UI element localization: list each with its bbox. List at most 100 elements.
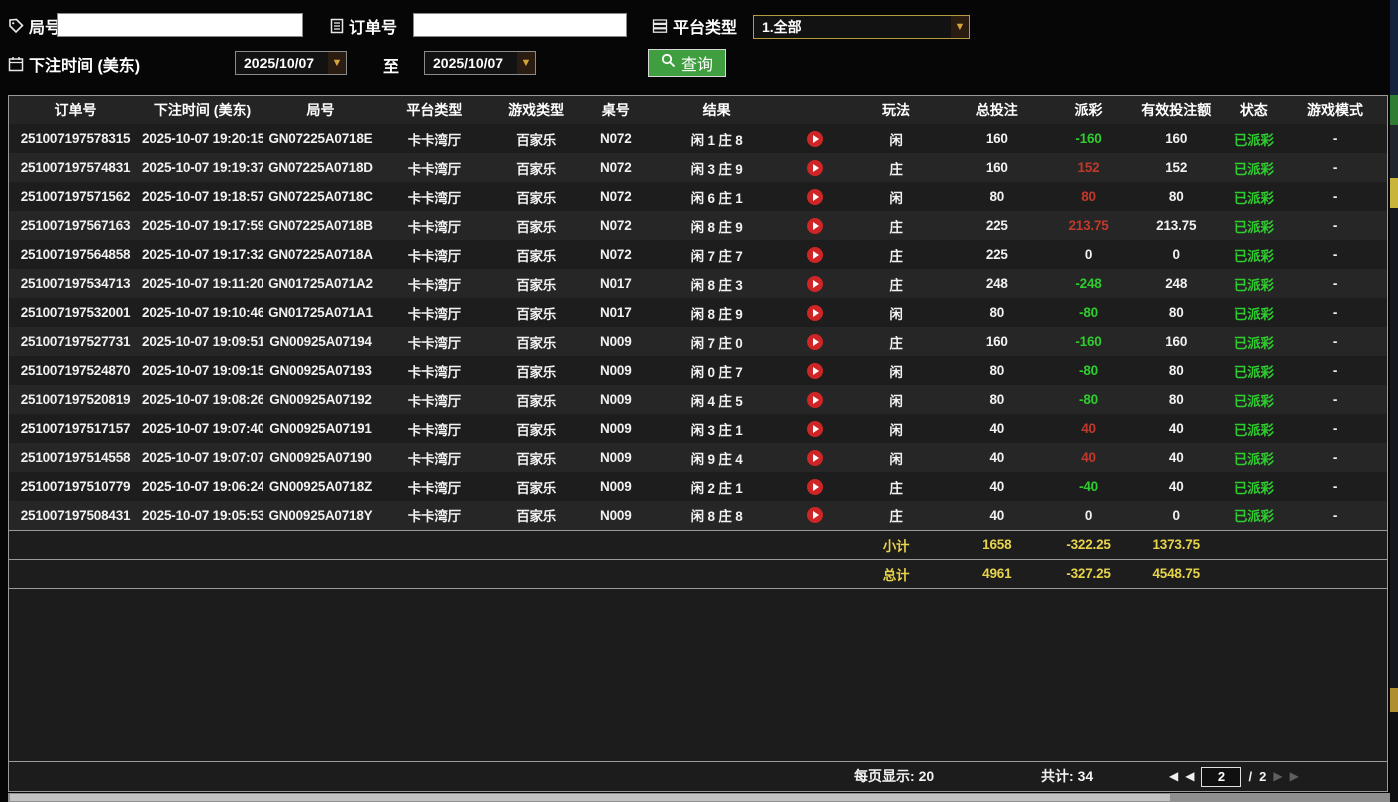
cell-round-no: GN07225A0718A xyxy=(263,240,378,269)
bet-date-from-select[interactable]: 2025/10/07 ▼ xyxy=(235,51,347,75)
cell-bet-time: 2025-10-07 19:06:24 xyxy=(142,472,263,501)
cell-replay xyxy=(783,414,848,443)
cell-replay xyxy=(783,443,848,472)
platform-type-select[interactable]: 1.全部 ▼ xyxy=(753,15,970,39)
cell-platform: 卡卡湾厅 xyxy=(378,124,491,153)
cell-replay xyxy=(783,385,848,414)
play-video-icon[interactable] xyxy=(807,189,823,205)
table-row[interactable]: 2510071975648582025-10-07 19:17:32GN0722… xyxy=(9,240,1387,269)
betting-records-screen: 局号 订单号 平台类型 1.全部 ▼ 下注时间 (美东) 202 xyxy=(0,0,1398,802)
platform-type-value: 1.全部 xyxy=(762,17,802,37)
play-video-icon[interactable] xyxy=(807,334,823,350)
cell-bet-time: 2025-10-07 19:20:15 xyxy=(142,124,263,153)
table-row[interactable]: 2510071975084312025-10-07 19:05:53GN0092… xyxy=(9,501,1387,530)
cell-play-type: 庄 xyxy=(848,327,945,356)
per-page-value: 20 xyxy=(919,768,935,784)
cell-order-no: 251007197564858 xyxy=(9,240,142,269)
cell-replay xyxy=(783,182,848,211)
cell-result: 闲 9 庄 4 xyxy=(650,443,783,472)
play-video-icon[interactable] xyxy=(807,131,823,147)
table-row[interactable]: 2510071975671632025-10-07 19:17:59GN0722… xyxy=(9,211,1387,240)
scrollbar-thumb[interactable] xyxy=(10,794,1170,801)
cell-order-no: 251007197567163 xyxy=(9,211,142,240)
records-panel: 订单号 下注时间 (美东) 局号 平台类型 游戏类型 桌号 结果 玩法 总投注 … xyxy=(8,95,1388,792)
play-video-icon[interactable] xyxy=(807,479,823,495)
cell-table-no: N072 xyxy=(582,124,651,153)
cell-table-no: N017 xyxy=(582,298,651,327)
background-edge xyxy=(1390,0,1398,802)
order-number-input[interactable] xyxy=(413,13,627,37)
cell-status: 已派彩 xyxy=(1225,385,1283,414)
table-row[interactable]: 2510071975783152025-10-07 19:20:15GN0722… xyxy=(9,124,1387,153)
cell-bet-time: 2025-10-07 19:11:20 xyxy=(142,269,263,298)
total-valid-bet: 4548.75 xyxy=(1128,559,1225,588)
cell-payout: -40 xyxy=(1049,472,1128,501)
cell-game-type: 百家乐 xyxy=(491,327,582,356)
cell-result: 闲 3 庄 1 xyxy=(650,414,783,443)
cell-status: 已派彩 xyxy=(1225,211,1283,240)
cell-play-type: 庄 xyxy=(848,269,945,298)
query-button[interactable]: 查询 xyxy=(648,49,726,77)
bet-date-to-select[interactable]: 2025/10/07 ▼ xyxy=(424,51,536,75)
play-video-icon[interactable] xyxy=(807,160,823,176)
play-video-icon[interactable] xyxy=(807,392,823,408)
table-row[interactable]: 2510071975208192025-10-07 19:08:26GN0092… xyxy=(9,385,1387,414)
table-row[interactable]: 2510071975171572025-10-07 19:07:40GN0092… xyxy=(9,414,1387,443)
cell-platform: 卡卡湾厅 xyxy=(378,240,491,269)
horizontal-scrollbar[interactable] xyxy=(8,793,1390,802)
header-game-type: 游戏类型 xyxy=(491,96,582,124)
cell-total-bet: 160 xyxy=(944,327,1049,356)
table-row[interactable]: 2510071975107792025-10-07 19:06:24GN0092… xyxy=(9,472,1387,501)
cell-payout: -80 xyxy=(1049,356,1128,385)
search-icon xyxy=(661,53,676,73)
cell-bet-time: 2025-10-07 19:18:57 xyxy=(142,182,263,211)
play-video-icon[interactable] xyxy=(807,247,823,263)
cell-status: 已派彩 xyxy=(1225,414,1283,443)
first-page-button[interactable]: ◀ xyxy=(1169,762,1178,791)
cell-status: 已派彩 xyxy=(1225,153,1283,182)
play-video-icon[interactable] xyxy=(807,507,823,523)
pagination: ◀ ◀ / 2 ▶ ▶ xyxy=(1169,762,1299,791)
cell-order-no: 251007197514558 xyxy=(9,443,142,472)
page-number-input[interactable] xyxy=(1201,767,1241,787)
table-row[interactable]: 2510071975347132025-10-07 19:11:20GN0172… xyxy=(9,269,1387,298)
cell-platform: 卡卡湾厅 xyxy=(378,501,491,530)
play-video-icon[interactable] xyxy=(807,450,823,466)
cell-valid-bet: 248 xyxy=(1128,269,1225,298)
cell-bet-time: 2025-10-07 19:10:46 xyxy=(142,298,263,327)
round-number-input[interactable] xyxy=(57,13,303,37)
total-label: 总计 xyxy=(848,559,945,588)
header-table-no: 桌号 xyxy=(582,96,651,124)
filter-bar: 局号 订单号 平台类型 1.全部 ▼ 下注时间 (美东) 202 xyxy=(0,0,1390,95)
table-row[interactable]: 2510071975748312025-10-07 19:19:37GN0722… xyxy=(9,153,1387,182)
table-row[interactable]: 2510071975320012025-10-07 19:10:46GN0172… xyxy=(9,298,1387,327)
table-row[interactable]: 2510071975248702025-10-07 19:09:15GN0092… xyxy=(9,356,1387,385)
cell-valid-bet: 80 xyxy=(1128,356,1225,385)
cell-payout: 80 xyxy=(1049,182,1128,211)
cell-table-no: N009 xyxy=(582,327,651,356)
table-row[interactable]: 2510071975145582025-10-07 19:07:07GN0092… xyxy=(9,443,1387,472)
cell-valid-bet: 0 xyxy=(1128,501,1225,530)
total-total-bet: 4961 xyxy=(944,559,1049,588)
table-row[interactable]: 2510071975715622025-10-07 19:18:57GN0722… xyxy=(9,182,1387,211)
play-video-icon[interactable] xyxy=(807,363,823,379)
cell-payout: -80 xyxy=(1049,298,1128,327)
last-page-button[interactable]: ▶ xyxy=(1290,762,1299,791)
play-video-icon[interactable] xyxy=(807,276,823,292)
cell-game-mode: - xyxy=(1283,153,1387,182)
cell-status: 已派彩 xyxy=(1225,298,1283,327)
prev-page-button[interactable]: ◀ xyxy=(1185,762,1194,791)
cell-bet-time: 2025-10-07 19:17:32 xyxy=(142,240,263,269)
calendar-icon xyxy=(8,56,24,72)
cell-result: 闲 7 庄 0 xyxy=(650,327,783,356)
cell-payout: -80 xyxy=(1049,385,1128,414)
table-row[interactable]: 2510071975277312025-10-07 19:09:51GN0092… xyxy=(9,327,1387,356)
cell-play-type: 闲 xyxy=(848,356,945,385)
next-page-button[interactable]: ▶ xyxy=(1273,762,1282,791)
play-video-icon[interactable] xyxy=(807,305,823,321)
order-number-label-group: 订单号 xyxy=(330,14,397,38)
play-video-icon[interactable] xyxy=(807,421,823,437)
header-game-mode: 游戏模式 xyxy=(1283,96,1387,124)
header-payout: 派彩 xyxy=(1049,96,1128,124)
play-video-icon[interactable] xyxy=(807,218,823,234)
